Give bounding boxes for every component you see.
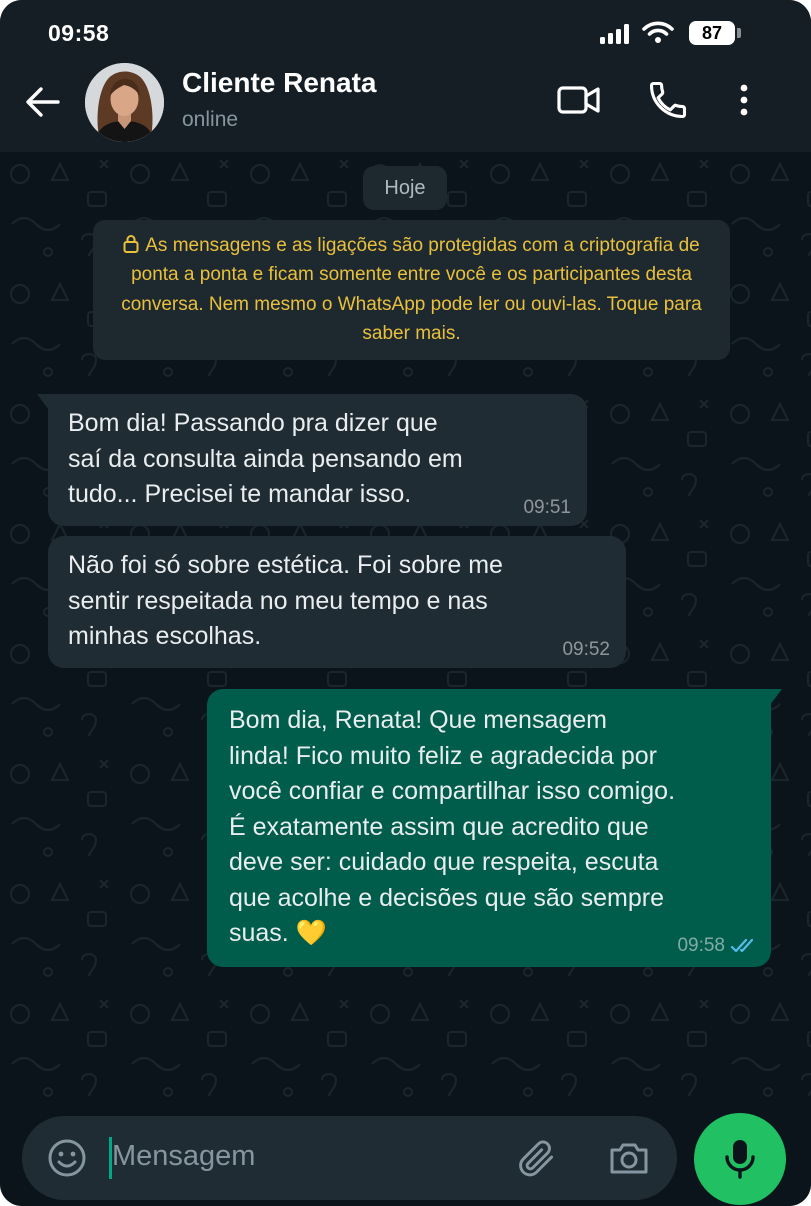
wifi-icon bbox=[642, 21, 674, 43]
battery-level: 87 bbox=[701, 23, 723, 43]
cellular-signal-icon bbox=[600, 24, 629, 44]
outgoing-message[interactable]: Bom dia, Renata! Que mensagem linda! Fic… bbox=[207, 689, 782, 967]
camera-icon bbox=[610, 1143, 648, 1174]
phone-screen: 09:58 87 Cliente Renata online Hoje As m… bbox=[0, 0, 811, 1206]
emoji-button[interactable] bbox=[46, 1137, 88, 1179]
video-camera-icon bbox=[557, 86, 600, 114]
message-text: Bom dia, Renata! Que mensagem linda! Fic… bbox=[229, 706, 676, 947]
message-input-field[interactable]: Mensagem bbox=[22, 1116, 677, 1200]
phone-icon bbox=[649, 81, 687, 119]
message-time: 09:52 bbox=[562, 639, 610, 660]
status-bar: 09:58 87 bbox=[0, 0, 811, 62]
chat-area[interactable]: Hoje As mensagens e as ligações são prot… bbox=[0, 152, 811, 1106]
contact-name[interactable]: Cliente Renata bbox=[182, 67, 377, 99]
bubble-tail bbox=[770, 689, 782, 705]
message-text: Bom dia! Passando pra dizer que saí da c… bbox=[68, 409, 463, 508]
chat-header: Cliente Renata online bbox=[0, 62, 811, 152]
voice-call-button[interactable] bbox=[646, 78, 690, 122]
video-call-button[interactable] bbox=[556, 80, 602, 120]
input-area: Mensagem bbox=[0, 1106, 811, 1206]
contact-photo bbox=[85, 63, 164, 142]
attach-button[interactable] bbox=[514, 1134, 558, 1182]
battery-icon: 87 bbox=[689, 21, 735, 45]
incoming-message[interactable]: Bom dia! Passando pra dizer que saí da c… bbox=[37, 394, 587, 526]
more-options-button[interactable] bbox=[728, 80, 760, 120]
emoji-icon bbox=[48, 1139, 86, 1177]
voice-message-button[interactable] bbox=[694, 1113, 786, 1205]
encryption-notice-text: As mensagens e as ligações são protegida… bbox=[121, 235, 702, 344]
message-time: 09:58 bbox=[677, 935, 725, 956]
more-vertical-icon bbox=[740, 84, 748, 116]
lock-icon bbox=[123, 235, 139, 253]
message-input-placeholder: Mensagem bbox=[112, 1140, 256, 1172]
microphone-icon bbox=[725, 1140, 755, 1179]
back-button[interactable] bbox=[20, 82, 68, 122]
date-separator: Hoje bbox=[363, 166, 447, 210]
double-check-read-icon bbox=[730, 938, 754, 953]
paperclip-icon bbox=[519, 1140, 554, 1177]
bubble-tail bbox=[37, 394, 49, 410]
arrow-left-icon bbox=[26, 87, 60, 117]
status-time: 09:58 bbox=[48, 20, 110, 46]
message-time: 09:51 bbox=[523, 497, 571, 518]
encryption-notice[interactable]: As mensagens e as ligações são protegida… bbox=[93, 220, 730, 360]
battery-cap bbox=[737, 28, 741, 38]
message-text: Não foi só sobre estética. Foi sobre me … bbox=[68, 551, 503, 650]
avatar[interactable] bbox=[85, 63, 164, 142]
incoming-message[interactable]: Não foi só sobre estética. Foi sobre me … bbox=[48, 536, 626, 668]
camera-button[interactable] bbox=[607, 1136, 651, 1180]
contact-status: online bbox=[182, 108, 239, 131]
